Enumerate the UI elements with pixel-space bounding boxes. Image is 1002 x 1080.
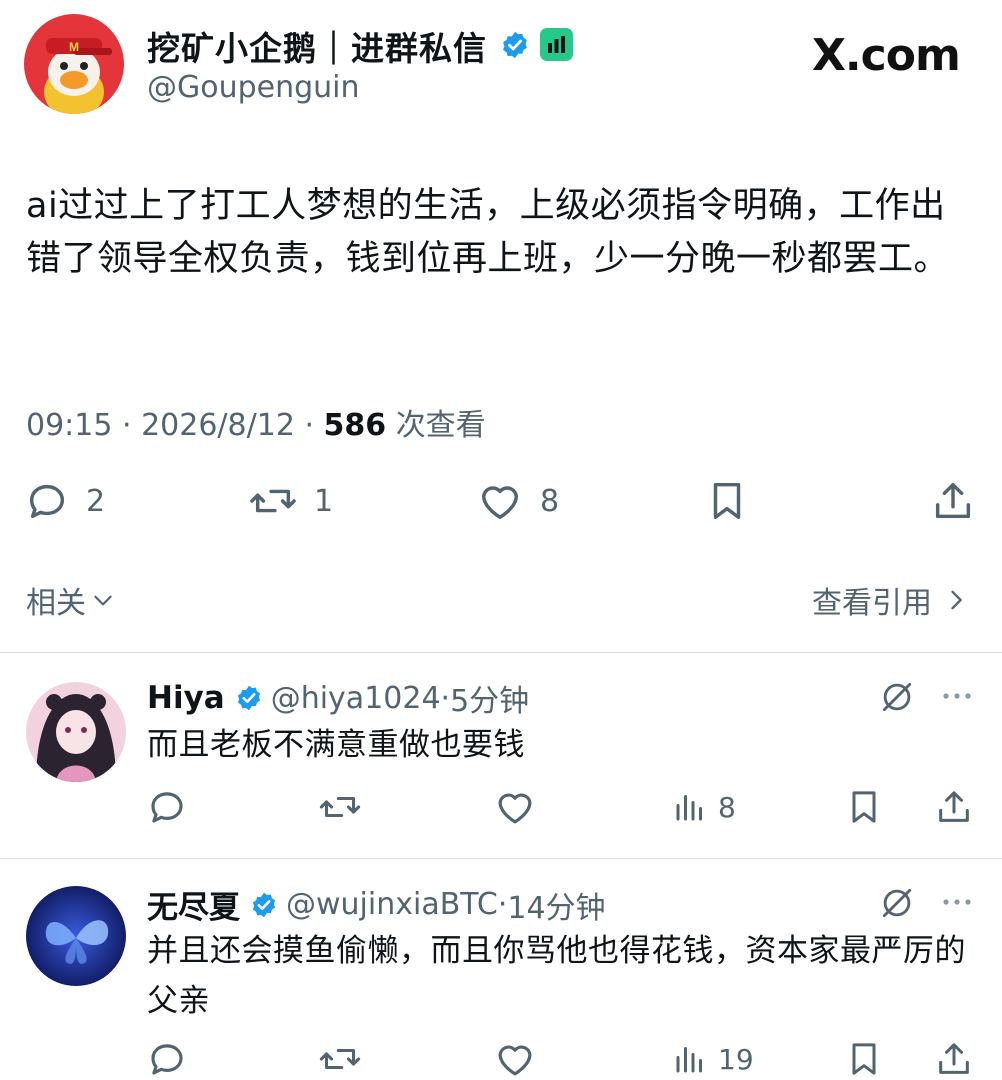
bookmark-icon [852,791,876,823]
bookmark-button[interactable] [844,786,894,828]
reply-author-name[interactable]: Hiya [147,680,225,716]
verified-icon [500,30,530,60]
reply-button[interactable] [146,1038,198,1080]
reply-button[interactable] [146,786,198,828]
reply-author-handle[interactable]: @wujinxiaBTC [286,887,498,922]
more-options-icon[interactable] [940,892,974,912]
reply-author-handle[interactable]: @hiya1024 [271,681,441,716]
post-time: 09:15 [26,408,113,443]
author-name[interactable]: 挖矿小企鹅｜进群私信 [147,22,487,70]
reply-icon [151,1044,183,1075]
penguin-avatar-icon: M [24,14,124,114]
reply-views-count: 19 [718,1042,754,1076]
author-handle[interactable]: @Goupenguin [147,70,360,105]
like-button[interactable] [494,1038,546,1080]
view-quotes-link[interactable]: 查看引用 [812,578,970,622]
post-text: ai过过上了打工人梦想的生活，上级必须指令明确，工作出错了领导全权负责，钱到位再… [26,186,950,279]
views-button[interactable]: 19 [672,1038,754,1080]
reply-button[interactable]: 2 [24,478,105,524]
bookmark-button[interactable] [704,478,766,524]
reply-header: Hiya @hiya1024 · 5分钟 [147,676,529,720]
reply-avatar[interactable] [26,682,126,782]
repost-icon [319,797,361,817]
reply-views-count: 8 [718,790,736,824]
like-count: 8 [540,483,560,519]
grok-icon[interactable] [878,884,916,922]
reply-icon [151,792,183,823]
divider [0,652,1002,653]
heart-icon [498,1045,532,1076]
reply-text: 而且老板不满意重做也要钱 [147,727,525,763]
butterfly-avatar-icon [26,886,126,986]
share-button[interactable] [930,478,992,524]
related-dropdown[interactable]: 相关 [26,578,116,622]
post-meta: 09:15 · 2026/8/12 · 586 次查看 [26,408,486,443]
heart-icon [481,486,519,520]
share-button[interactable] [934,1038,984,1080]
reply-avatar[interactable] [26,886,126,986]
share-icon [935,482,971,519]
more-options-icon[interactable] [940,686,974,706]
reply-time: 5分钟 [450,684,530,719]
grok-icon[interactable] [878,678,916,716]
like-button[interactable] [494,786,546,828]
bookmark-icon [852,1043,876,1075]
repost-icon [250,489,296,513]
reply-header: 无尽夏 @wujinxiaBTC · 14分钟 [147,882,606,927]
post-views-label: 次查看 [395,408,486,443]
reply-text: 并且还会摸鱼偷懒，而且你骂他也得花钱，资本家最严厉的父亲 [147,933,966,1019]
repost-button[interactable]: 1 [248,478,333,524]
like-button[interactable]: 8 [476,478,559,524]
bookmark-icon [713,482,741,520]
chevron-down-icon [94,595,112,606]
repost-button[interactable] [318,786,372,828]
verified-icon [252,892,276,917]
share-icon [939,791,969,822]
share-button[interactable] [934,786,984,828]
repost-icon [319,1049,361,1069]
reply-count: 2 [86,483,106,519]
bar-chart-badge-icon [540,28,573,61]
view-quotes-label: 查看引用 [812,586,932,621]
verified-icon [237,685,260,711]
chevron-right-icon [951,590,962,610]
post-date: 2026/8/12 [141,408,295,443]
share-icon [939,1043,969,1074]
analytics-icon [676,795,702,821]
svg-text:M: M [69,40,79,54]
reply-time: 14分钟 [507,890,606,926]
reply-icon [29,484,65,519]
repost-button[interactable] [318,1038,372,1080]
post-views-count: 586 [323,408,387,443]
divider [0,858,1002,859]
author-avatar[interactable]: M [24,14,124,114]
site-watermark: X.com [812,30,961,81]
analytics-icon [676,1047,702,1073]
heart-icon [498,793,532,824]
anime-girl-avatar-icon [26,682,126,782]
views-button[interactable]: 8 [672,786,736,828]
bookmark-button[interactable] [844,1038,894,1080]
repost-count: 1 [314,483,334,519]
related-label: 相关 [26,586,86,621]
reply-author-name[interactable]: 无尽夏 [147,882,240,927]
